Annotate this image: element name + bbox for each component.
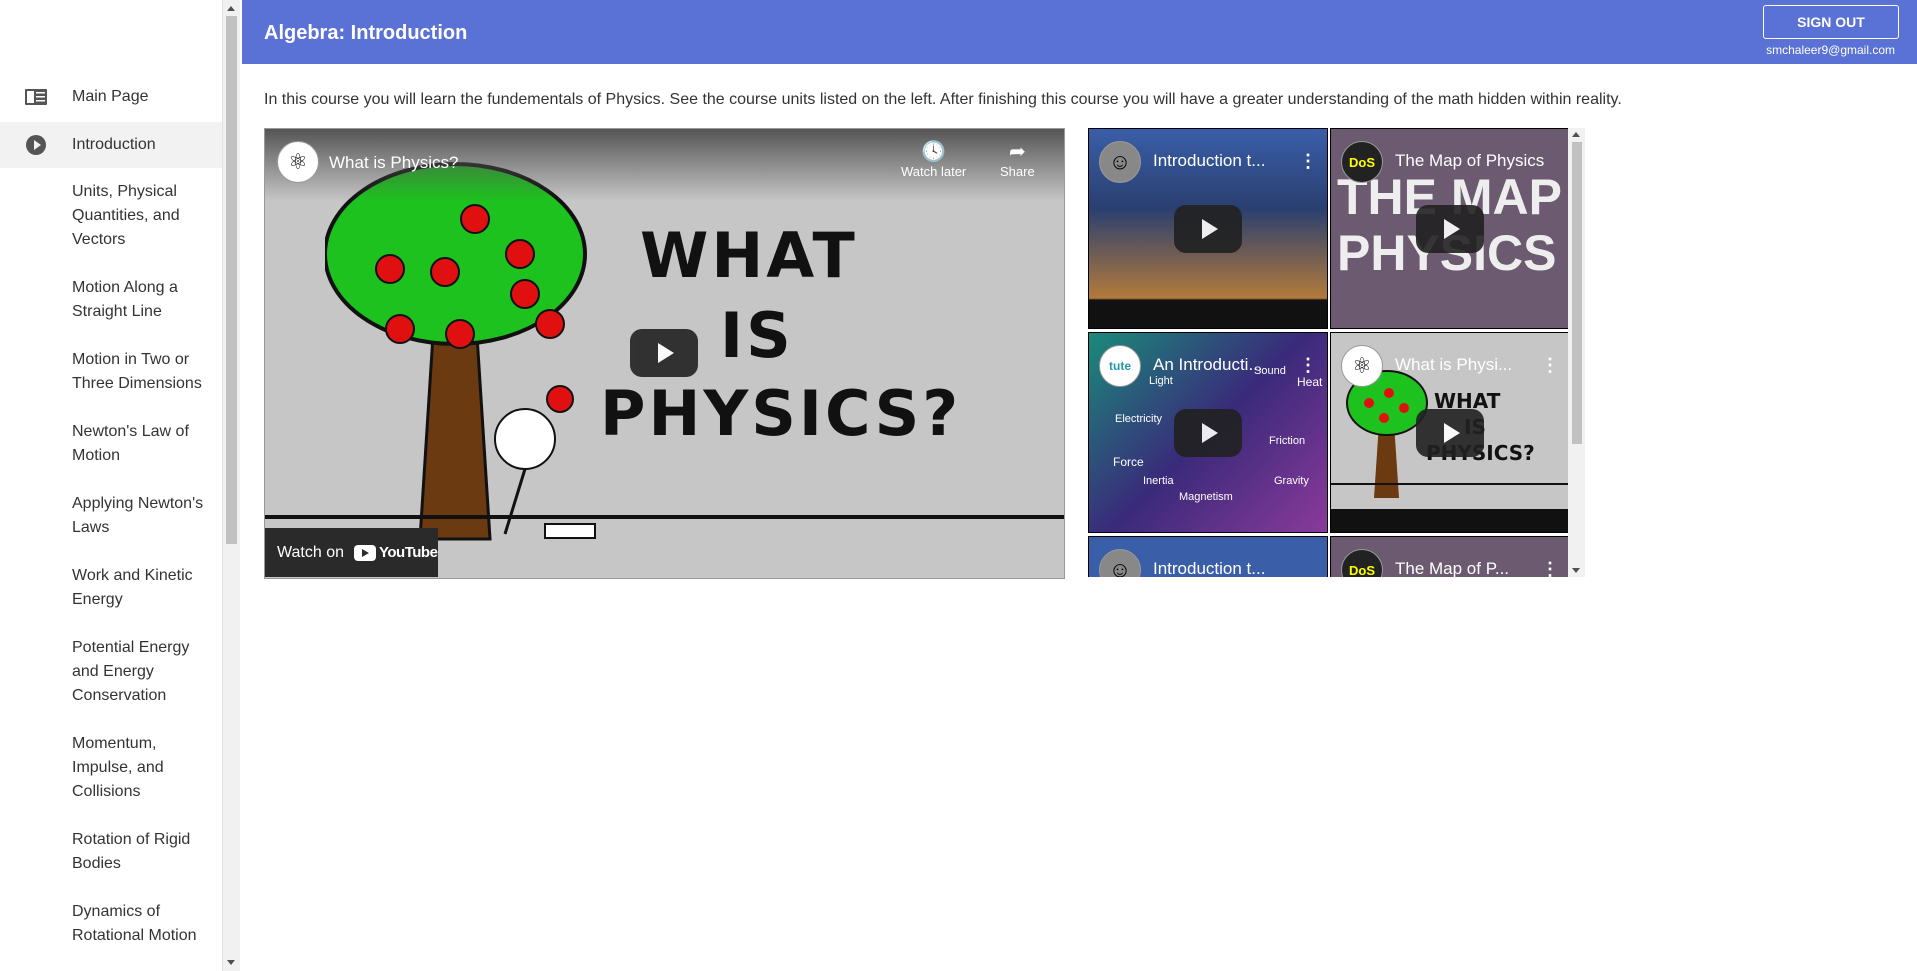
video-thumbnail[interactable]: WHAT IS PHYSICS? ⚛ What is Physi... ⋮ [1330, 332, 1570, 533]
ground-line [1331, 483, 1569, 485]
thumb-word: IS [720, 299, 794, 372]
sidebar-unit[interactable]: Dynamics of Rotational Motion [72, 900, 212, 948]
scrollbar-thumb[interactable] [226, 16, 237, 544]
video-title: The Map of Physics [1395, 151, 1545, 170]
video-thumbnail[interactable]: Light Sound Heat Electricity Friction Fo… [1088, 332, 1328, 533]
play-button[interactable] [630, 329, 698, 377]
dos-logo: DoS [1341, 141, 1383, 183]
page-title: Algebra: Introduction [264, 22, 468, 44]
clock-icon: 🕓 [921, 141, 947, 163]
video-thumbnail[interactable]: DoS The Map of P... ⋮ [1330, 536, 1570, 577]
thumb-word: PHYSICS? [600, 377, 962, 450]
course-description: In this course you will learn the fundem… [264, 91, 1622, 108]
atom-icon: ⚛ [1341, 345, 1383, 387]
sidebar-unit[interactable]: Rotation of Rigid Bodies [72, 828, 212, 876]
video-thumbnail[interactable]: ☺ Introduction t... [1088, 536, 1328, 577]
tag-label: Light [1149, 375, 1173, 387]
more-menu-icon[interactable]: ⋮ [1541, 355, 1559, 376]
video-title: What is Physi... [1395, 355, 1513, 374]
sidebar-scrollbar[interactable] [222, 0, 240, 971]
book-icon [0, 88, 72, 106]
grid-scrollbar[interactable] [1568, 128, 1585, 577]
sidebar-unit[interactable]: Work and Kinetic Energy [72, 564, 212, 612]
scroll-down-arrow[interactable] [227, 960, 235, 965]
video-title: Introduction t... [1153, 559, 1266, 577]
sidebar-unit[interactable]: Applying Newton's Laws [72, 492, 212, 540]
person-avatar: ☺ [1099, 141, 1141, 183]
play-circle-icon [0, 134, 72, 156]
youtube-play-icon [354, 544, 376, 561]
atom-icon[interactable]: ⚛ [277, 141, 319, 183]
video-thumbnail[interactable]: ☺ Introduction t... ⋮ [1088, 128, 1328, 329]
watch-later-button[interactable]: 🕓 Watch later [901, 139, 966, 179]
apple-tree-illustration [325, 162, 596, 541]
related-videos-grid: ☺ Introduction t... ⋮ THE MAP PHYSICS Do… [1088, 128, 1585, 577]
sidebar-item-introduction[interactable]: Introduction [0, 122, 222, 168]
scrollbar-thumb[interactable] [1572, 142, 1582, 444]
tag-label: Heat [1297, 375, 1323, 389]
watch-later-label: Watch later [901, 164, 967, 179]
sidebar-item-main-page[interactable]: Main Page [0, 76, 222, 118]
video-title: The Map of P... [1395, 559, 1510, 577]
video-thumbnail[interactable]: THE MAP PHYSICS DoS The Map of Physics [1330, 128, 1570, 329]
watch-on-youtube-button[interactable]: Watch on YouTube [265, 528, 438, 577]
youtube-wordmark: YouTube [379, 544, 438, 561]
scroll-down-arrow[interactable] [1572, 568, 1580, 573]
scroll-up-arrow[interactable] [1572, 132, 1580, 137]
share-icon: ➦ [1008, 141, 1026, 163]
more-menu-icon[interactable]: ⋮ [1299, 151, 1317, 172]
tag-label: Electricity [1115, 413, 1163, 425]
sidebar-unit[interactable]: Momentum, Impulse, and Collisions [72, 732, 212, 804]
tag-label: Friction [1269, 435, 1306, 447]
share-label: Share [1000, 164, 1035, 179]
dos-logo: DoS [1341, 549, 1383, 577]
tag-label: Inertia [1143, 475, 1174, 487]
sidebar-item-label: Introduction [72, 136, 156, 153]
tag-label: Force [1113, 455, 1144, 469]
thumb-bottom-bar [1331, 509, 1569, 532]
unit-list: Units, Physical Quantities, and Vectors … [72, 180, 212, 971]
scroll-up-arrow[interactable] [227, 6, 235, 11]
sidebar-item-label: Main Page [72, 88, 149, 105]
sidebar-unit[interactable]: Newton's Law of Motion [72, 420, 212, 468]
play-button[interactable] [1174, 205, 1242, 253]
sidebar-unit[interactable]: Units, Physical Quantities, and Vectors [72, 180, 212, 252]
youtube-logo: YouTube [354, 544, 438, 561]
play-button[interactable] [1416, 205, 1484, 253]
play-button[interactable] [1174, 409, 1242, 457]
sign-out-button[interactable]: SIGN OUT [1763, 5, 1899, 39]
tag-label: Gravity [1274, 475, 1309, 487]
play-button[interactable] [1416, 409, 1484, 457]
sidebar-unit[interactable]: Motion Along a Straight Line [72, 276, 212, 324]
video-title: An Introducti... [1153, 355, 1263, 374]
user-email: smchaleer9@gmail.com [1766, 43, 1895, 57]
video-title[interactable]: What is Physics? [329, 153, 458, 173]
video-player[interactable]: WHAT IS PHYSICS? ⚛ What is Physics? 🕓 Wa… [264, 128, 1065, 579]
sidebar-unit[interactable]: Motion in Two or Three Dimensions [72, 348, 212, 396]
app-header: Algebra: Introduction SIGN OUT smchaleer… [242, 0, 1917, 64]
sidebar-unit[interactable]: Potential Energy and Energy Conservation [72, 636, 212, 708]
tute-logo: tute [1099, 345, 1141, 387]
person-avatar: ☺ [1099, 549, 1141, 577]
more-menu-icon[interactable]: ⋮ [1541, 559, 1559, 577]
thumb-word: WHAT [640, 219, 858, 292]
sidebar: Main Page Introduction Units, Physical Q… [0, 0, 223, 971]
share-button[interactable]: ➦ Share [1000, 139, 1035, 179]
video-title: Introduction t... [1153, 151, 1266, 170]
ground-line [265, 515, 1064, 519]
tag-label: Magnetism [1179, 491, 1233, 503]
watch-on-label: Watch on [277, 543, 344, 561]
more-menu-icon[interactable]: ⋮ [1299, 355, 1317, 376]
